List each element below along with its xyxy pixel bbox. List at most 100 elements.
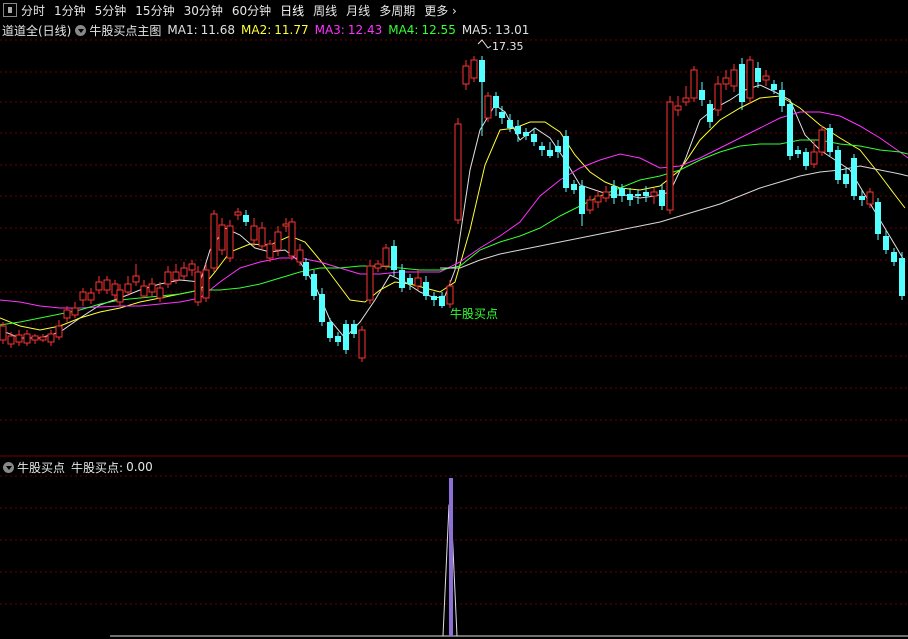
- candle-body-down: [787, 104, 793, 156]
- ma4-line: [0, 139, 908, 326]
- candle-body-down: [351, 324, 357, 334]
- candle-body-down: [431, 296, 437, 300]
- candle-body-down: [563, 136, 569, 188]
- candle-body-up: [682, 97, 690, 103]
- candle-body-down: [555, 146, 561, 152]
- candle-body-up: [210, 213, 218, 269]
- signal-spike-bar: [449, 478, 453, 636]
- high-price-pointer: [477, 39, 492, 49]
- candle-body-up: [762, 75, 770, 81]
- candle-body-up: [71, 307, 79, 316]
- candle-body-down: [851, 158, 857, 196]
- candle-body-down: [499, 112, 505, 118]
- candle-body-up: [148, 283, 156, 293]
- candle-body-up: [746, 59, 754, 99]
- candle-body-up: [47, 333, 55, 343]
- candle-body-up: [39, 336, 47, 341]
- candle-body-up: [95, 281, 103, 291]
- candle-body-down: [303, 262, 309, 276]
- candle-body-down: [531, 134, 537, 142]
- candle-body-up: [818, 129, 826, 153]
- candle-body-down: [571, 184, 577, 190]
- candle-body-down: [243, 215, 249, 222]
- candle-body-down: [659, 190, 665, 206]
- candle-body-up: [103, 279, 111, 291]
- candle-body-down: [899, 258, 905, 296]
- candle-body-down: [643, 192, 649, 196]
- candle-body-down: [439, 296, 445, 306]
- candle-body-up: [462, 65, 470, 85]
- candle-body-down: [635, 194, 641, 196]
- candle-body-up: [15, 334, 23, 343]
- candle-body-up: [274, 231, 282, 251]
- candle-body-up: [366, 265, 374, 301]
- candle-body-up: [31, 335, 39, 341]
- candle-body-up: [454, 123, 462, 221]
- candle-body-up: [132, 275, 140, 283]
- candle-body-up: [63, 309, 71, 319]
- candle-body-up: [156, 287, 164, 299]
- candle-body-up: [116, 289, 124, 303]
- candle-body-up: [288, 221, 296, 257]
- candle-body-down: [611, 186, 617, 198]
- candle-body-up: [650, 191, 658, 197]
- candle-body-up: [414, 277, 422, 287]
- candle-body-down: [515, 126, 521, 134]
- candle-body-up: [23, 333, 31, 344]
- candle-body-up: [374, 263, 382, 269]
- candle-body-up: [602, 191, 610, 199]
- candle-body-down: [795, 150, 801, 154]
- high-price-label: 17.35: [492, 40, 524, 53]
- candle-body-up: [234, 211, 242, 216]
- candle-body-down: [579, 186, 585, 214]
- candle-body-down: [627, 194, 633, 200]
- candle-body-down: [827, 128, 833, 152]
- candle-body-up: [164, 271, 172, 285]
- candle-body-up: [722, 77, 730, 85]
- candle-body-down: [399, 270, 405, 288]
- candle-body-up: [250, 225, 258, 241]
- candle-body-down: [779, 90, 785, 106]
- candle-body-up: [594, 195, 602, 203]
- candle-body-up: [188, 263, 196, 271]
- candle-body-up: [674, 105, 682, 111]
- candle-body-up: [79, 291, 87, 301]
- candle-body-up: [866, 191, 874, 205]
- candle-body-up: [714, 83, 722, 111]
- candle-body-down: [843, 174, 849, 184]
- kline-chart[interactable]: 17.35 牛股买点: [0, 0, 908, 639]
- candle-body-down: [343, 324, 349, 350]
- candle-body-up: [218, 224, 226, 251]
- candle-body-down: [835, 150, 841, 180]
- candle-body-down: [699, 90, 705, 100]
- candle-body-down: [319, 294, 325, 322]
- candle-body-down: [391, 246, 397, 270]
- candle-body-up: [194, 271, 202, 303]
- candle-body-down: [803, 152, 809, 166]
- candle-body-down: [311, 274, 317, 296]
- candle-body-up: [586, 199, 594, 211]
- candle-body-up: [382, 247, 390, 267]
- candle-body-up: [258, 227, 266, 247]
- candle-body-up: [810, 151, 818, 165]
- candle-body-up: [140, 285, 148, 297]
- candle-body-down: [423, 282, 429, 296]
- signal-label: 牛股买点: [450, 306, 498, 321]
- candle-body-up: [7, 335, 15, 345]
- candle-body-up: [0, 325, 7, 341]
- candle-body-up: [87, 292, 95, 301]
- candle-body-down: [875, 202, 881, 234]
- candle-body-down: [523, 132, 529, 136]
- candle-body-up: [730, 69, 738, 87]
- candle-body-down: [507, 120, 513, 128]
- candle-body-down: [547, 150, 553, 156]
- candle-body-up: [666, 101, 674, 211]
- candle-body-down: [739, 64, 745, 102]
- candle-body-down: [335, 336, 341, 342]
- candle-body-down: [707, 104, 713, 122]
- candle-body-up: [470, 59, 478, 79]
- candle-body-down: [771, 84, 777, 90]
- candle-body-down: [493, 96, 499, 108]
- candle-body-up: [296, 249, 304, 263]
- candle-body-up: [202, 269, 210, 299]
